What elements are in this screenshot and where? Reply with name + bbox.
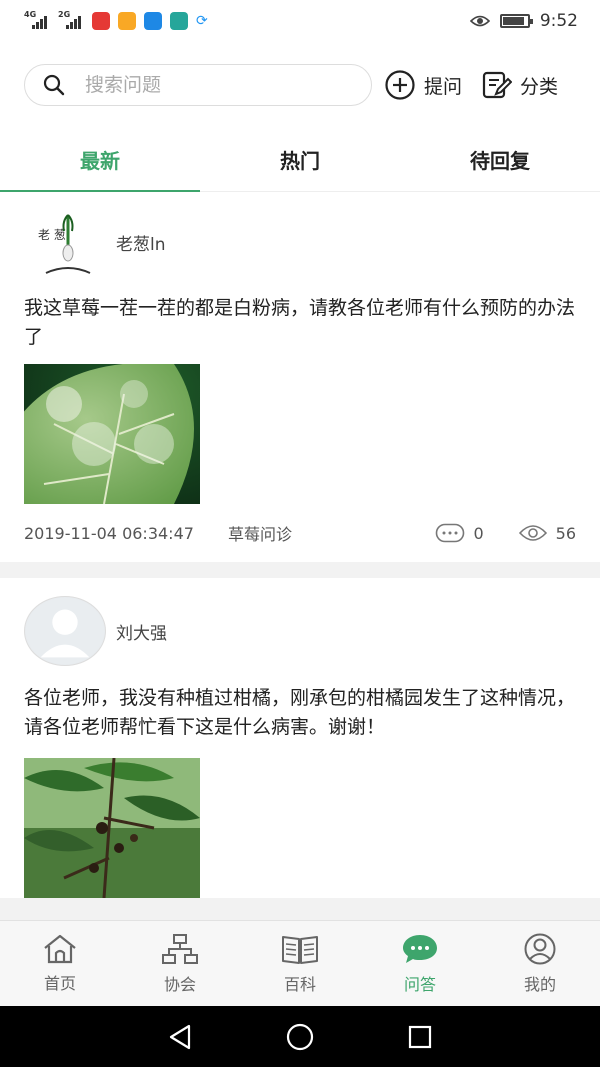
post-author[interactable]: 刘大强 xyxy=(24,590,576,672)
question-card[interactable]: 刘大强 各位老师，我没有种植过柑橘，刚承包的柑橘园发生了这种情况，请各位老师帮忙… xyxy=(0,578,600,898)
post-category[interactable]: 草莓问诊 xyxy=(228,521,292,545)
post-meta: 2019-11-04 06:34:47 草莓问诊 0 56 xyxy=(24,504,576,562)
ask-question-button[interactable]: 提问 xyxy=(384,69,462,101)
user-icon xyxy=(524,933,556,964)
author-name[interactable]: 刘大强 xyxy=(116,619,167,644)
question-text[interactable]: 我这草莓一茬一茬的都是白粉病，请教各位老师有什么预防的办法了 xyxy=(24,294,576,352)
system-navigation-bar xyxy=(0,1006,600,1067)
avatar-logo-image: 老 葱 xyxy=(38,214,91,274)
status-bar: 4G 2G ⟳ 9:52 xyxy=(0,0,600,42)
plus-circle-icon xyxy=(385,70,415,100)
home-circle-icon[interactable] xyxy=(286,1023,314,1051)
category-label: 分类 xyxy=(520,75,559,98)
question-text[interactable]: 各位老师，我没有种植过柑橘，刚承包的柑橘园发生了这种情况，请各位老师帮忙看下这是… xyxy=(24,684,576,742)
nav-encyclopedia[interactable]: 百科 xyxy=(240,921,360,1006)
status-left: 4G 2G ⟳ xyxy=(24,10,208,30)
network-type-label-2: 2G xyxy=(58,10,71,19)
nav-qa-label: 问答 xyxy=(403,974,436,994)
nav-home[interactable]: 首页 xyxy=(0,921,120,1006)
ask-question-label: 提问 xyxy=(424,75,463,98)
search-input[interactable] xyxy=(85,74,325,96)
leaf-photo xyxy=(24,364,200,504)
author-name[interactable]: 老葱ln xyxy=(116,230,166,255)
back-icon[interactable] xyxy=(167,1024,193,1050)
nav-association[interactable]: 协会 xyxy=(120,921,240,1006)
book-icon xyxy=(282,935,318,964)
question-image[interactable] xyxy=(24,758,200,898)
clock: 9:52 xyxy=(539,11,578,31)
post-author[interactable]: 老 葱 老葱ln xyxy=(24,207,576,277)
status-right: 9:52 xyxy=(469,11,578,31)
network-type-label: 4G xyxy=(24,10,37,19)
nav-qa[interactable]: 问答 xyxy=(360,921,480,1006)
question-card[interactable]: 老 葱 老葱ln 我这草莓一茬一茬的都是白粉病，请教各位老师有什么预防的办法了 xyxy=(0,192,600,562)
svg-text:老 葱: 老 葱 xyxy=(38,228,66,242)
signal-icon-2: 2G xyxy=(58,10,84,29)
tab-awaiting-reply[interactable]: 待回复 xyxy=(400,128,600,191)
app-notification-icon xyxy=(118,12,136,30)
search-bar[interactable] xyxy=(24,64,372,106)
search-icon xyxy=(43,74,65,96)
comment-icon xyxy=(436,523,465,543)
sync-icon: ⟳ xyxy=(196,13,208,29)
search-header: 提问 分类 xyxy=(0,42,600,128)
question-feed[interactable]: 老 葱 老葱ln 我这草莓一茬一茬的都是白粉病，请教各位老师有什么预防的办法了 xyxy=(0,192,600,920)
edit-list-icon xyxy=(482,71,513,99)
weibo-notification-icon xyxy=(92,12,110,30)
category-button[interactable]: 分类 xyxy=(482,71,558,99)
nav-encyclopedia-label: 百科 xyxy=(283,974,316,994)
citrus-photo xyxy=(24,758,200,898)
post-stats: 0 56 xyxy=(435,523,576,543)
organization-icon xyxy=(162,933,198,964)
comment-count: 0 xyxy=(473,523,484,543)
nav-home-label: 首页 xyxy=(43,973,76,993)
nav-profile[interactable]: 我的 xyxy=(480,921,600,1006)
tab-popular[interactable]: 热门 xyxy=(200,128,400,191)
recents-icon[interactable] xyxy=(407,1024,433,1050)
signal-icon: 4G xyxy=(24,10,50,29)
default-avatar-icon xyxy=(25,597,105,665)
view-count: 56 xyxy=(555,523,576,543)
battery-icon xyxy=(499,14,533,28)
bottom-navigation: 首页 协会 百科 问答 我的 xyxy=(0,920,600,1006)
nav-profile-label: 我的 xyxy=(523,974,556,994)
eye-comfort-icon xyxy=(469,15,490,27)
tab-bar: 最新 热门 待回复 xyxy=(0,128,600,192)
book-notification-icon xyxy=(170,12,188,30)
post-date: 2019-11-04 06:34:47 xyxy=(24,523,194,543)
home-icon xyxy=(44,934,76,963)
bird-notification-icon xyxy=(144,12,162,30)
nav-association-label: 协会 xyxy=(163,974,196,994)
chat-bubble-icon xyxy=(403,934,437,963)
view-icon xyxy=(518,525,547,541)
question-image[interactable] xyxy=(24,364,200,504)
avatar[interactable] xyxy=(24,596,106,666)
tab-latest[interactable]: 最新 xyxy=(0,128,200,192)
avatar[interactable]: 老 葱 xyxy=(24,207,106,277)
